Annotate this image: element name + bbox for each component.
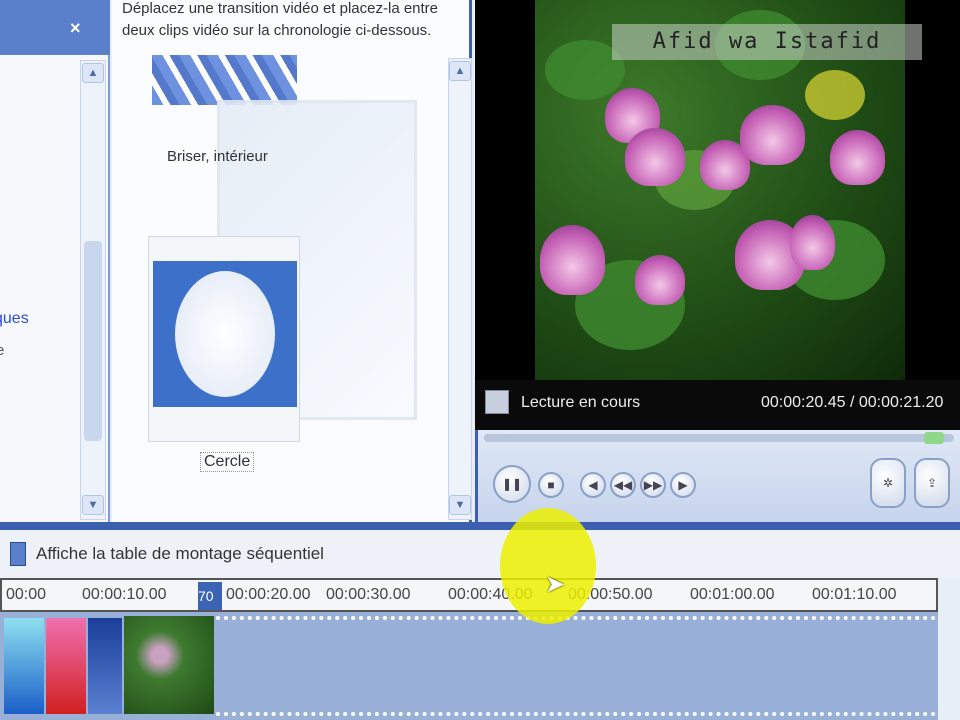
left-scrollbar[interactable]: ▲ ▼ [80,60,106,520]
transition-thumbnail-shatter[interactable] [152,55,297,105]
split-clip-button[interactable]: ✲ [870,458,906,508]
time-tick: 00:01:00.00 [690,586,775,603]
timeline-ruler[interactable]: 00:00 00:00:10.00 70 00:00:20.00 00:00:3… [0,578,938,612]
time-tick: 00:00:20.00 [226,586,311,603]
forward-button[interactable]: ▶▶ [640,472,666,498]
scroll-down-icon[interactable]: ▼ [82,495,104,515]
time-tick: 00:00 [6,586,47,603]
left-pane: × ques e ▲ ▼ [0,0,110,522]
instruction-text: Déplacez une transition vidéo et placez-… [122,0,439,39]
watermark: Afid wa Istafid [612,24,922,60]
time-tick: 00:00:30.00 [326,586,411,603]
playback-time: 00:00:20.45 / 00:00:21.20 [761,394,944,411]
scroll-up-icon[interactable]: ▲ [82,63,104,83]
video-clip[interactable] [4,618,44,714]
rewind-button[interactable]: ◀◀ [610,472,636,498]
partial-text: e [0,342,5,359]
preview-status-bar: Lecture en cours 00:00:20.45 / 00:00:21.… [475,380,960,430]
scroll-up-icon[interactable]: ▲ [449,61,471,81]
mouse-cursor-icon: ➤ [545,571,566,598]
cursor-highlight [500,508,596,624]
previous-frame-button[interactable]: ◀ [580,472,606,498]
playhead-marker[interactable]: 70 [198,582,222,610]
video-track[interactable] [0,612,938,720]
pane-divider[interactable] [0,522,960,530]
video-clip-flowers[interactable] [124,616,214,714]
close-icon[interactable]: × [70,18,81,39]
video-clip[interactable] [46,618,86,714]
preview-monitor [475,0,960,430]
next-frame-button[interactable]: ▶ [670,472,696,498]
snapshot-button[interactable]: ⇪ [914,458,950,508]
storyboard-icon[interactable] [10,542,26,566]
transitions-pane: Déplacez une transition vidéo et placez-… [112,0,472,522]
time-tick: 00:01:10.00 [812,586,897,603]
transition-label: Briser, intérieur [167,148,268,165]
circle-thumbnail [153,261,297,407]
seek-bar[interactable] [484,432,954,444]
scroll-down-icon[interactable]: ▼ [449,495,471,515]
circle-shape-icon [175,271,275,397]
playback-status: Lecture en cours [521,394,641,411]
left-pane-header: × [0,0,110,55]
scroll-thumb[interactable] [84,241,102,441]
transition-item-circle[interactable] [148,236,300,442]
storyboard-toggle-link[interactable]: Affiche la table de montage séquentiel [36,544,324,564]
transition-label: Cercle [200,452,255,472]
pause-button[interactable]: ❚❚ [493,465,531,503]
storyboard-toggle-row: Affiche la table de montage séquentiel [0,530,960,578]
partial-link[interactable]: ques [0,310,29,328]
time-tick: 00:00:10.00 [82,586,167,603]
stop-button[interactable]: ■ [538,472,564,498]
mid-scrollbar[interactable]: ▲ ▼ [448,58,472,520]
seek-thumb[interactable] [924,432,944,444]
empty-track-area[interactable] [216,616,936,716]
video-clip[interactable] [88,618,122,714]
monitor-icon [485,390,509,414]
